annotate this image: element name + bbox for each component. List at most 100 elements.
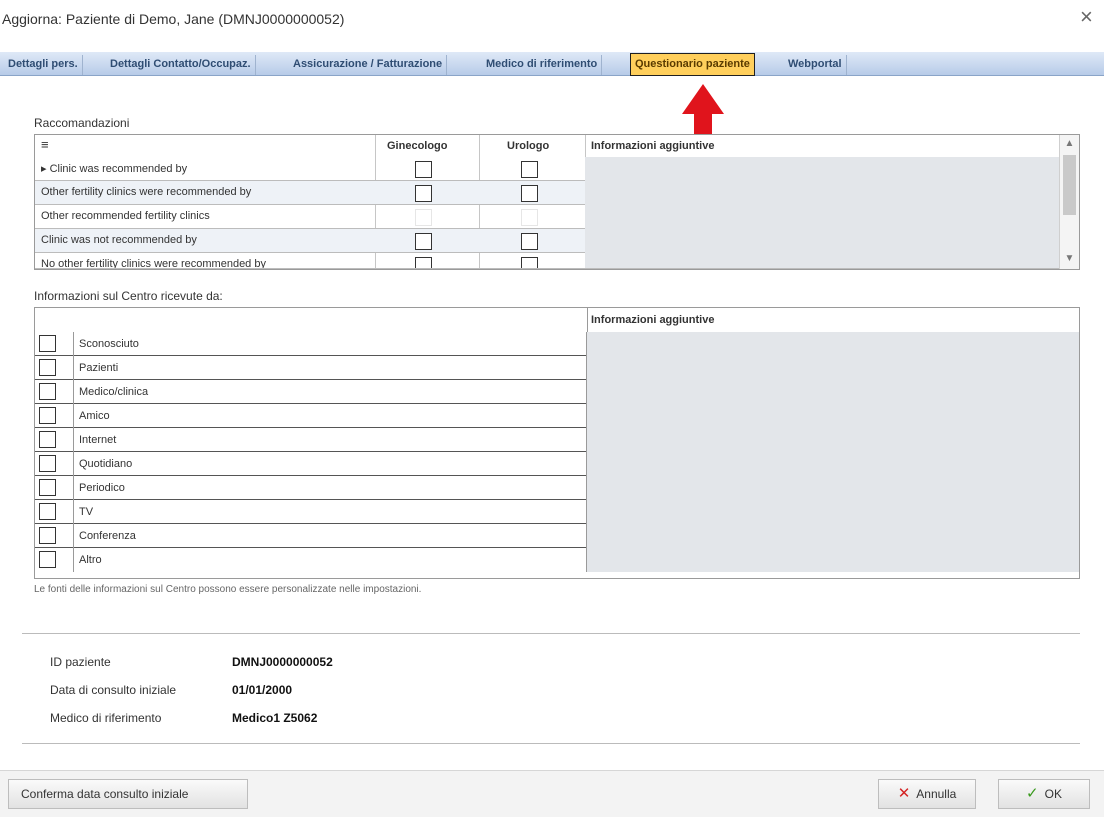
recommendation-row[interactable]: Clinic was not recommended by [35,229,1061,253]
source-checkbox[interactable] [39,335,56,352]
ok-label: OK [1044,787,1062,801]
source-label: Altro [73,548,587,572]
patient-id-value: DMNJ0000000052 [232,655,333,669]
row-label: Other fertility clinics were recommended… [41,186,252,198]
divider [22,743,1080,744]
source-row[interactable]: Quotidiano [35,452,1079,476]
info-cell[interactable] [587,452,1079,476]
info-cell[interactable] [587,548,1079,572]
tab-questionario-paziente[interactable]: Questionario paziente [630,53,755,76]
info-cell[interactable] [587,524,1079,548]
tab-dettagli-pers[interactable]: Dettagli pers. [4,55,83,75]
dialog-footer: Conferma data consulto iniziale ✕ Annulla… [0,770,1104,817]
source-label: TV [73,500,587,524]
recommendation-row[interactable]: No other fertility clinics were recommen… [35,253,1061,269]
urologo-checkbox[interactable] [521,233,538,250]
dialog-titlebar: Aggiorna: Paziente di Demo, Jane (DMNJ00… [0,0,1104,40]
source-label: Periodico [73,476,587,500]
info-cell[interactable] [585,181,1060,205]
recommendation-row[interactable]: Other fertility clinics were recommended… [35,181,1061,205]
row-label: No other fertility clinics were recommen… [41,258,266,269]
tab-assicurazione[interactable]: Assicurazione / Fatturazione [289,55,448,75]
info-cell[interactable] [587,476,1079,500]
row-label-text: Clinic was recommended by [49,163,188,175]
recommendation-row[interactable]: Other recommended fertility clinics [35,205,1061,229]
source-row[interactable]: Pazienti [35,356,1079,380]
info-cell[interactable] [585,229,1060,253]
close-icon[interactable]: × [1080,6,1093,28]
scroll-up-icon[interactable]: ▲ [1060,135,1079,153]
source-row[interactable]: Altro [35,548,1079,572]
recommendations-label: Raccomandazioni [34,116,130,130]
column-informazioni-aggiuntive: Informazioni aggiuntive [591,314,715,326]
source-checkbox[interactable] [39,551,56,568]
divider [22,633,1080,634]
info-cell[interactable] [587,500,1079,524]
scrollbar-thumb[interactable] [1063,155,1076,215]
column-urologo: Urologo [507,140,550,152]
recommendation-row[interactable]: ▸ Clinic was recommended by [35,157,1061,181]
source-label: Amico [73,404,587,428]
column-ginecologo: Ginecologo [387,140,448,152]
column-informazioni-aggiuntive: Informazioni aggiuntive [591,140,715,152]
ginecologo-checkbox[interactable] [415,233,432,250]
source-row[interactable]: Sconosciuto [35,332,1079,356]
scroll-down-icon[interactable]: ▼ [1060,250,1079,268]
ok-button[interactable]: ✓ OK [998,779,1090,809]
tab-medico-riferimento[interactable]: Medico di riferimento [482,55,603,75]
referring-doctor-label: Medico di riferimento [50,711,162,725]
urologo-checkbox[interactable] [521,161,538,178]
source-row[interactable]: Amico [35,404,1079,428]
source-row[interactable]: Medico/clinica [35,380,1079,404]
source-label: Sconosciuto [73,332,587,356]
confirm-initial-consult-button[interactable]: Conferma data consulto iniziale [8,779,248,809]
source-row[interactable]: Periodico [35,476,1079,500]
sources-customization-note: Le fonti delle informazioni sul Centro p… [34,584,422,595]
ginecologo-checkbox[interactable] [415,161,432,178]
source-row[interactable]: TV [35,500,1079,524]
info-cell[interactable] [587,332,1079,356]
tab-strip: Dettagli pers. Dettagli Contatto/Occupaz… [0,52,1104,76]
urologo-checkbox[interactable] [521,185,538,202]
column-divider [587,308,588,332]
sources-label: Informazioni sul Centro ricevute da: [34,289,223,303]
source-row[interactable]: Internet [35,428,1079,452]
source-checkbox[interactable] [39,383,56,400]
sort-icon[interactable]: ≡ [41,137,49,152]
ginecologo-checkbox[interactable] [415,257,432,268]
recommendations-scrollbar[interactable]: ▲ ▼ [1059,135,1079,269]
row-label: ▸ Clinic was recommended by [41,163,188,175]
source-checkbox[interactable] [39,503,56,520]
info-cell[interactable] [587,356,1079,380]
source-checkbox[interactable] [39,527,56,544]
patient-id-label: ID paziente [50,655,111,669]
source-label: Conferenza [73,524,587,548]
checkmark-icon: ✓ [1026,785,1039,802]
recommendations-grid: ≡ Ginecologo Urologo Informazioni aggiun… [34,134,1080,270]
info-cell[interactable] [587,380,1079,404]
source-checkbox[interactable] [39,359,56,376]
cancel-label: Annulla [916,787,957,801]
info-cell[interactable] [585,253,1060,268]
source-checkbox[interactable] [39,431,56,448]
initial-consult-date-label: Data di consulto iniziale [50,683,177,697]
source-checkbox[interactable] [39,479,56,496]
source-label: Quotidiano [73,452,587,476]
info-cell[interactable] [587,404,1079,428]
row-label: Clinic was not recommended by [41,234,197,246]
source-checkbox[interactable] [39,407,56,424]
info-cell[interactable] [587,428,1079,452]
urologo-checkbox[interactable] [521,257,538,268]
row-label: Other recommended fertility clinics [41,210,210,222]
tab-webportal[interactable]: Webportal [784,55,847,75]
cancel-button[interactable]: ✕ Annulla [878,779,976,809]
info-cell[interactable] [585,205,1060,229]
ginecologo-checkbox[interactable] [415,185,432,202]
source-checkbox[interactable] [39,455,56,472]
tab-dettagli-contatto[interactable]: Dettagli Contatto/Occupaz. [106,55,256,75]
urologo-checkbox[interactable] [521,209,538,226]
ginecologo-checkbox[interactable] [415,209,432,226]
source-row[interactable]: Conferenza [35,524,1079,548]
cancel-icon: ✕ [897,785,911,802]
info-cell[interactable] [585,157,1060,181]
